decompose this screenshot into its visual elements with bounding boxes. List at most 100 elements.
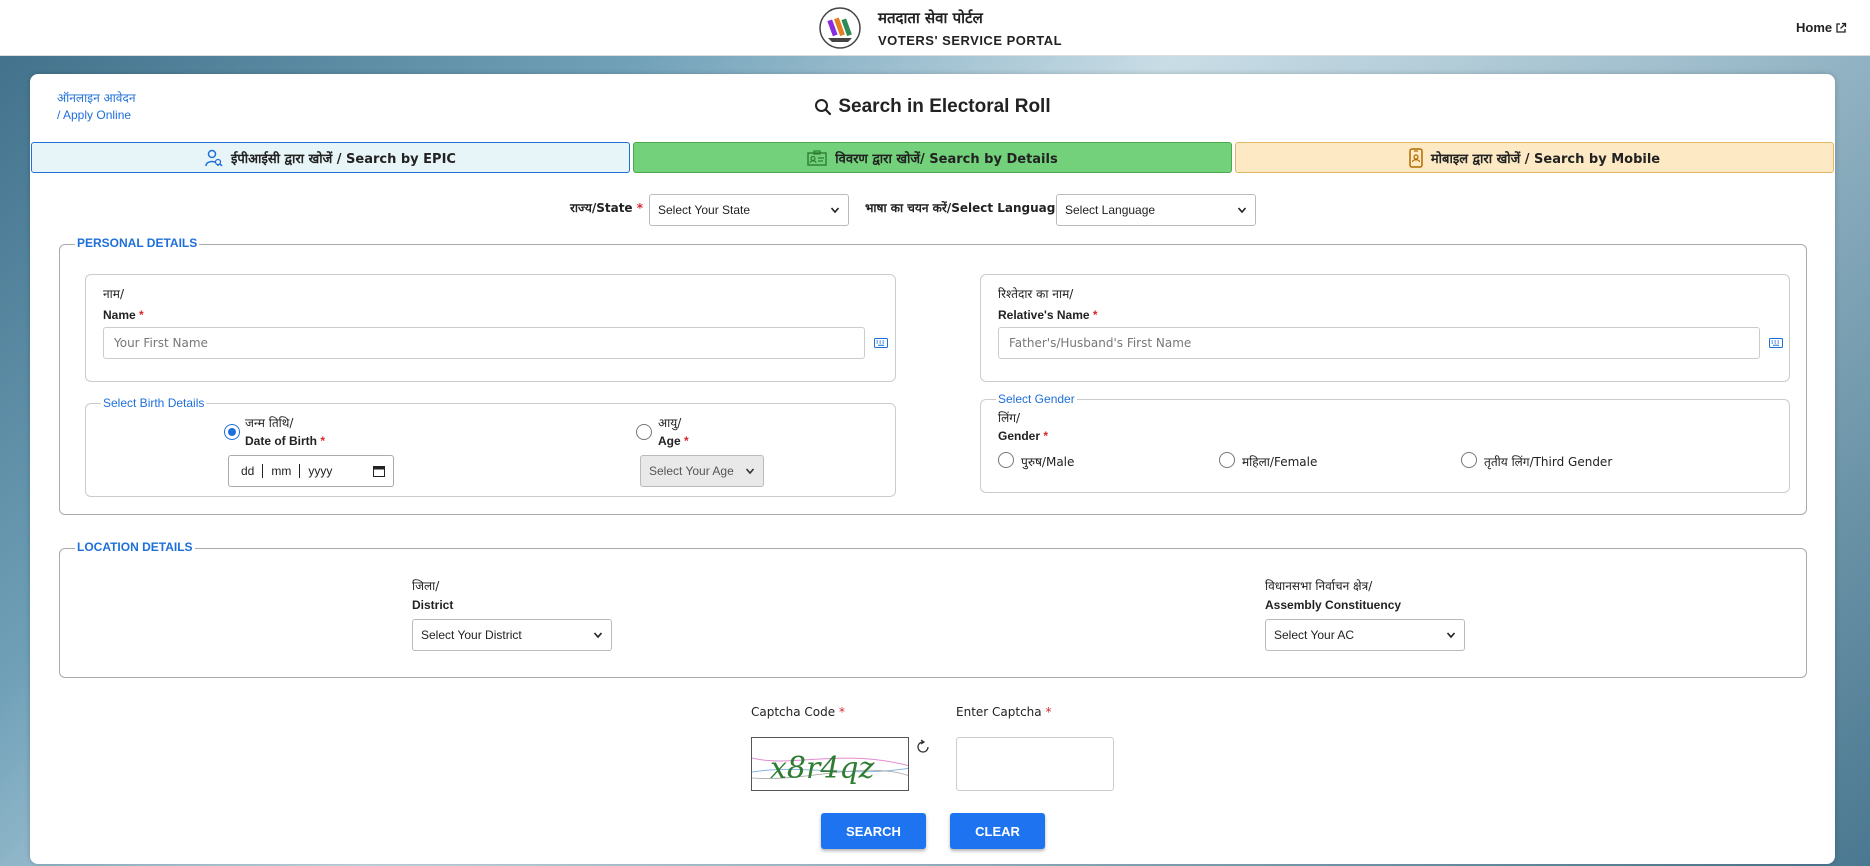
relative-first-name-placeholder: Father's/Husband's First Name bbox=[1009, 336, 1192, 350]
district-label-hindi: जिला/ bbox=[412, 579, 440, 593]
gender-legend: Select Gender bbox=[996, 392, 1077, 406]
required-mark: * bbox=[684, 434, 689, 448]
chevron-down-icon bbox=[745, 468, 755, 475]
gender-third-label: तृतीय लिंग/Third Gender bbox=[1484, 455, 1613, 469]
user-search-icon bbox=[205, 149, 223, 167]
relative-label-text: Relative's Name bbox=[998, 308, 1090, 322]
birth-details-box: Select Birth Details जन्म तिथि/ Date of … bbox=[85, 396, 896, 497]
external-link-icon bbox=[1836, 22, 1847, 33]
district-select[interactable]: Select Your District bbox=[412, 619, 612, 651]
tab-label: विवरण द्वारा खोजें/ Search by Details bbox=[835, 151, 1058, 167]
portal-title-english: VOTERS' SERVICE PORTAL bbox=[878, 33, 1063, 48]
state-label-text: राज्य/State bbox=[570, 201, 633, 215]
tab-search-by-mobile[interactable]: मोबाइल द्वारा खोजें / Search by Mobile bbox=[1235, 142, 1834, 173]
enter-captcha-label: Enter Captcha * bbox=[956, 705, 1051, 719]
gender-box: Select Gender लिंग/ Gender * पुरुष/Male … bbox=[980, 392, 1790, 493]
ac-label-english: Assembly Constituency bbox=[1265, 598, 1402, 612]
portal-logo[interactable]: मतदाता सेवा पोर्टल VOTERS' SERVICE PORTA… bbox=[818, 6, 1062, 50]
gender-male-radio[interactable] bbox=[998, 452, 1014, 468]
captcha-code-label-text: Captcha Code bbox=[751, 705, 836, 719]
search-button[interactable]: SEARCH bbox=[821, 813, 926, 849]
name-label-text: Name bbox=[103, 308, 136, 322]
id-card-icon bbox=[807, 149, 827, 166]
name-box: नाम/ Name * Your First Name bbox=[85, 274, 896, 382]
gender-label-english: Gender * bbox=[998, 429, 1048, 443]
first-name-placeholder: Your First Name bbox=[114, 336, 208, 350]
eci-logo-icon bbox=[819, 7, 861, 49]
required-mark: * bbox=[1043, 429, 1049, 443]
top-bar: मतदाता सेवा पोर्टल VOTERS' SERVICE PORTA… bbox=[0, 0, 1870, 56]
age-radio[interactable] bbox=[636, 424, 652, 440]
required-mark: * bbox=[636, 201, 644, 215]
first-name-input[interactable]: Your First Name bbox=[103, 327, 865, 359]
relative-first-name-input[interactable]: Father's/Husband's First Name bbox=[998, 327, 1760, 359]
home-label: Home bbox=[1796, 20, 1833, 35]
district-select-value: Select Your District bbox=[421, 628, 522, 642]
captcha-text: x8r4qz bbox=[770, 751, 875, 786]
calendar-icon[interactable] bbox=[373, 465, 385, 477]
gender-female-label: महिला/Female bbox=[1242, 455, 1318, 469]
age-select[interactable]: Select Your Age bbox=[640, 455, 764, 487]
dob-date-input[interactable]: dd mm yyyy bbox=[228, 455, 394, 487]
home-link[interactable]: Home bbox=[1796, 20, 1847, 35]
chevron-down-icon bbox=[1237, 207, 1247, 214]
dob-label-english: Date of Birth * bbox=[245, 434, 325, 448]
page-title: Search in Electoral Roll bbox=[30, 96, 1835, 118]
birth-details-legend: Select Birth Details bbox=[101, 396, 207, 410]
location-details-legend: LOCATION DETAILS bbox=[75, 540, 195, 554]
tab-search-by-details[interactable]: विवरण द्वारा खोजें/ Search by Details bbox=[633, 142, 1232, 173]
state-label: राज्य/State * bbox=[570, 199, 643, 216]
search-card: ऑनलाइन आवेदन / Apply Online Search in El… bbox=[30, 74, 1835, 864]
relative-label-hindi: रिश्तेदार का नाम/ bbox=[998, 287, 1074, 301]
enter-captcha-label-text: Enter Captcha bbox=[956, 705, 1042, 719]
age-label-text: Age bbox=[658, 434, 681, 448]
relative-name-box: रिश्तेदार का नाम/ Relative's Name * Fath… bbox=[980, 274, 1790, 382]
chevron-down-icon bbox=[1446, 632, 1456, 639]
age-label-hindi: आयु/ bbox=[658, 416, 682, 430]
language-select-value: Select Language bbox=[1065, 203, 1156, 217]
gender-third-radio[interactable] bbox=[1461, 452, 1477, 468]
age-select-value: Select Your Age bbox=[649, 464, 734, 478]
dob-label-text: Date of Birth bbox=[245, 434, 317, 448]
state-select[interactable]: Select Your State bbox=[649, 194, 849, 226]
tab-search-by-epic[interactable]: ईपीआईसी द्वारा खोजें / Search by EPIC bbox=[31, 142, 630, 173]
page-title-text: Search in Electoral Roll bbox=[838, 96, 1051, 117]
language-label: भाषा का चयन करें/Select Language bbox=[865, 199, 1064, 216]
chevron-down-icon bbox=[593, 632, 603, 639]
ac-label-hindi: विधानसभा निर्वाचन क्षेत्र/ bbox=[1265, 579, 1373, 593]
personal-details-group: PERSONAL DETAILS नाम/ Name * Your First … bbox=[59, 236, 1807, 515]
ac-select-value: Select Your AC bbox=[1274, 628, 1355, 642]
tab-label: ईपीआईसी द्वारा खोजें / Search by EPIC bbox=[231, 151, 456, 167]
dob-radio[interactable] bbox=[224, 424, 240, 440]
language-select[interactable]: Select Language bbox=[1056, 194, 1256, 226]
keyboard-icon[interactable] bbox=[1769, 338, 1783, 348]
location-details-group: LOCATION DETAILS जिला/ District Select Y… bbox=[59, 540, 1807, 678]
gender-female-radio[interactable] bbox=[1219, 452, 1235, 468]
captcha-image: x8r4qz bbox=[751, 737, 909, 791]
relative-label-english: Relative's Name * bbox=[998, 308, 1098, 322]
ac-select[interactable]: Select Your AC bbox=[1265, 619, 1465, 651]
chevron-down-icon bbox=[830, 207, 840, 214]
district-label-english: District bbox=[412, 598, 454, 612]
gender-label-text: Gender bbox=[998, 429, 1041, 443]
keyboard-icon[interactable] bbox=[874, 338, 888, 348]
captcha-input[interactable] bbox=[956, 737, 1114, 791]
personal-details-legend: PERSONAL DETAILS bbox=[75, 236, 200, 250]
name-label-english: Name * bbox=[103, 308, 144, 322]
name-label-hindi: नाम/ bbox=[103, 287, 124, 301]
state-language-row: राज्य/State * Select Your State भाषा का … bbox=[30, 194, 1835, 226]
date-day: dd bbox=[241, 464, 255, 478]
required-mark: * bbox=[1092, 308, 1098, 322]
refresh-captcha-icon[interactable] bbox=[915, 739, 931, 755]
search-tabs: ईपीआईसी द्वारा खोजें / Search by EPIC वि… bbox=[31, 142, 1834, 173]
mobile-phone-icon bbox=[1409, 147, 1423, 168]
required-mark: * bbox=[139, 308, 144, 322]
age-label-english: Age * bbox=[658, 434, 689, 448]
state-select-value: Select Your State bbox=[658, 203, 751, 217]
required-mark: * bbox=[320, 434, 326, 448]
date-year: yyyy bbox=[299, 464, 340, 478]
gender-label-hindi: लिंग/ bbox=[998, 411, 1021, 425]
portal-title-hindi: मतदाता सेवा पोर्टल bbox=[878, 9, 983, 27]
clear-button[interactable]: CLEAR bbox=[950, 813, 1045, 849]
search-icon bbox=[815, 99, 832, 116]
